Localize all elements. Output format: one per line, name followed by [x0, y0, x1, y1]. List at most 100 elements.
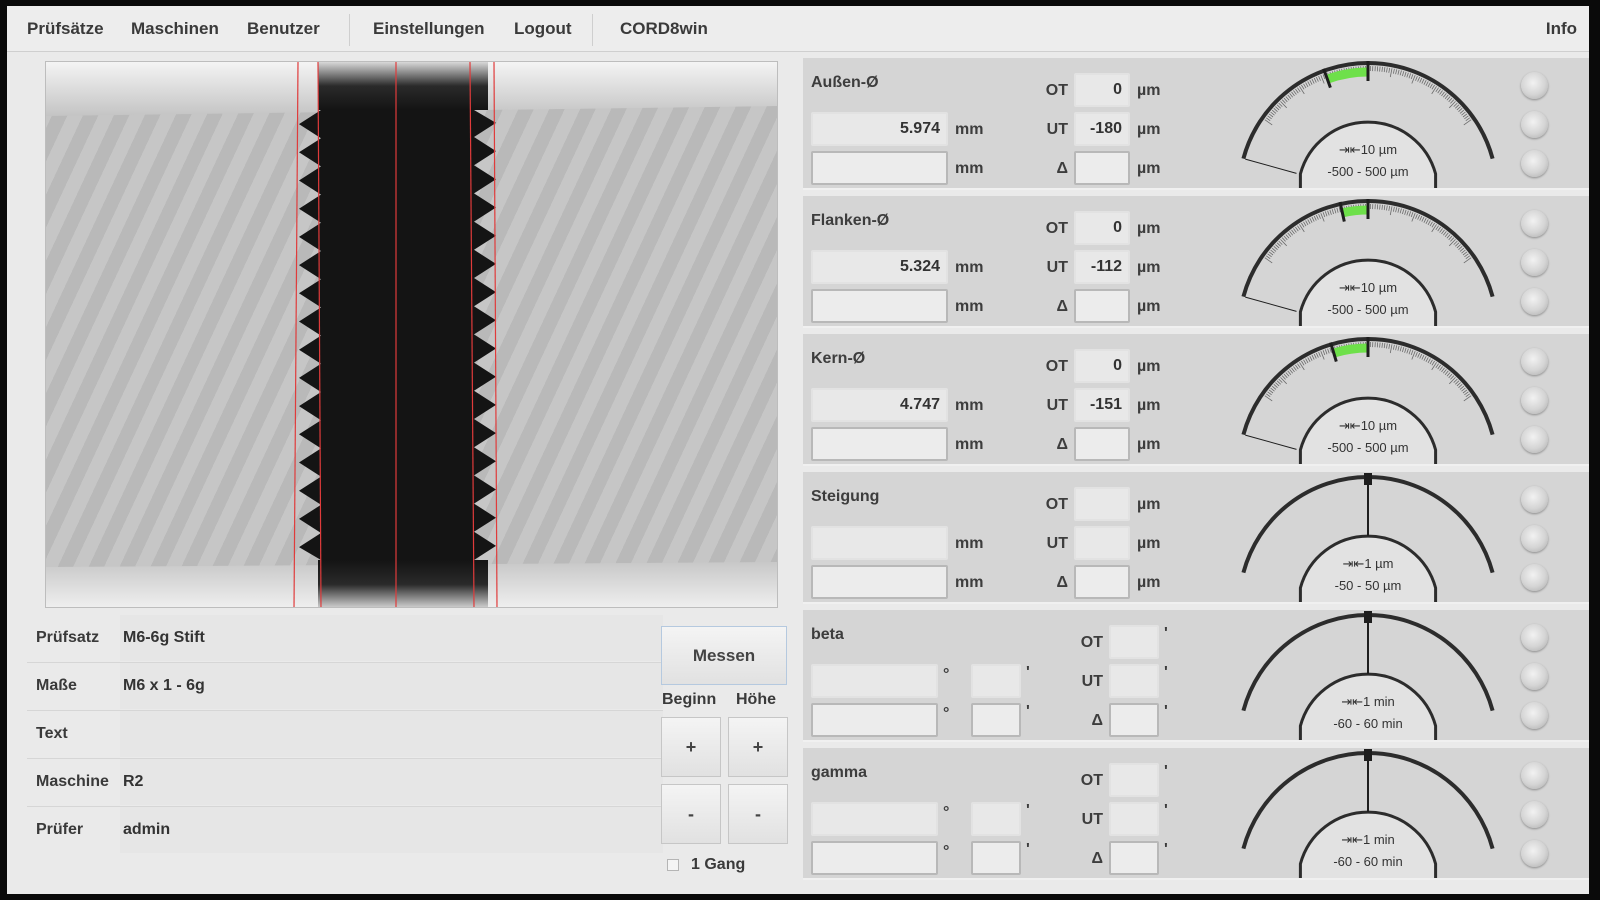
- ot-field[interactable]: 0: [1074, 73, 1130, 107]
- menu-maschinen[interactable]: Maschinen: [131, 19, 219, 39]
- secondary-value-field[interactable]: [811, 289, 948, 323]
- text-value[interactable]: [120, 711, 663, 757]
- app-screen: Prüfsätze Maschinen Benutzer Einstellung…: [7, 6, 1589, 894]
- gauge-tick: [1295, 364, 1299, 370]
- gauge-tick: [1270, 111, 1275, 116]
- measure-button[interactable]: Messen: [661, 626, 787, 685]
- gauge-tick: [1448, 97, 1453, 103]
- gauge-tick: [1408, 73, 1412, 79]
- gauge-tick: [1421, 216, 1425, 222]
- gauge-resolution-label: ⇥⇤10 µm: [1339, 142, 1397, 157]
- minute-secondary-field[interactable]: [971, 703, 1021, 737]
- gauge-tick: [1280, 377, 1287, 385]
- ot-field[interactable]: [1109, 625, 1159, 659]
- menu-benutzer[interactable]: Benutzer: [247, 19, 320, 39]
- gauge-tick: [1281, 375, 1286, 380]
- gauge-tick: [1427, 358, 1431, 364]
- menu-info[interactable]: Info: [1546, 19, 1577, 39]
- ut-field[interactable]: [1109, 664, 1159, 698]
- gauge-tick: [1311, 354, 1315, 360]
- ut-field[interactable]: -151: [1074, 388, 1130, 422]
- limit-unit: µm: [1137, 535, 1161, 552]
- ot-field[interactable]: [1074, 487, 1130, 521]
- minute-unit: ': [1026, 703, 1030, 720]
- minute-secondary-field[interactable]: [971, 841, 1021, 875]
- gauge-tick: [1399, 70, 1402, 76]
- ut-field[interactable]: -180: [1074, 112, 1130, 146]
- ut-field[interactable]: -112: [1074, 250, 1130, 284]
- height-plus-button[interactable]: +: [728, 717, 788, 777]
- begin-plus-button[interactable]: +: [661, 717, 721, 777]
- gauge-tick: [1417, 214, 1421, 220]
- gauge-tick: [1307, 219, 1311, 224]
- one-gang-checkbox[interactable]: [667, 859, 679, 871]
- delta-field: [1074, 565, 1130, 599]
- measurement-title: Flanken-Ø: [811, 212, 890, 229]
- limit-unit: µm: [1137, 436, 1161, 453]
- delta-field: [1074, 151, 1130, 185]
- gauge-tick: [1459, 109, 1465, 114]
- secondary-value-field[interactable]: [811, 151, 948, 185]
- gauge-tick: [1285, 372, 1290, 377]
- height-minus-button[interactable]: -: [728, 784, 788, 844]
- gauge-tick: [1268, 389, 1274, 394]
- status-led-ok: [1521, 663, 1548, 690]
- menu-bar: Prüfsätze Maschinen Benutzer Einstellung…: [7, 6, 1589, 52]
- ot-field[interactable]: 0: [1074, 211, 1130, 245]
- gauge-tick: [1393, 68, 1395, 74]
- minute-unit: ': [1026, 841, 1030, 858]
- ut-label: UT: [1046, 121, 1068, 138]
- gauge-tick: [1441, 229, 1445, 235]
- menu-logout[interactable]: Logout: [514, 19, 572, 39]
- gauge-tick: [1315, 214, 1319, 220]
- minute-unit: ': [1164, 802, 1168, 819]
- menu-cord8win[interactable]: CORD8win: [620, 19, 708, 39]
- degree-secondary-field[interactable]: [811, 841, 938, 875]
- gauge-tick: [1383, 205, 1386, 211]
- gauge-tick: [1322, 212, 1326, 218]
- menu-einstellungen[interactable]: Einstellungen: [373, 19, 484, 39]
- ot-field[interactable]: 0: [1074, 349, 1130, 383]
- gauge-tick: [1305, 82, 1309, 88]
- status-led-ok: [1521, 249, 1548, 276]
- gauge-tick: [1437, 364, 1441, 370]
- gauge-resolution-label: ⇥⇤1 min: [1341, 832, 1395, 847]
- gauge-tick: [1285, 96, 1290, 101]
- actual-value-field: [811, 526, 948, 560]
- gauge-tick: [1267, 391, 1272, 396]
- menu-pruefsaetze[interactable]: Prüfsätze: [27, 19, 104, 39]
- gauge-tick: [1449, 377, 1456, 385]
- gauge-tick: [1442, 231, 1447, 236]
- gauge-tick: [1291, 367, 1295, 373]
- gauge-tick: [1456, 106, 1461, 111]
- masse-value: M6 x 1 - 6g: [120, 663, 663, 709]
- secondary-value-field[interactable]: [811, 427, 948, 461]
- gauge-tick: [1327, 348, 1330, 354]
- gauge-tick: [1329, 209, 1332, 215]
- gauge-tick: [1450, 237, 1455, 242]
- ut-field[interactable]: [1074, 526, 1130, 560]
- gauge-tick: [1402, 347, 1405, 353]
- gauge-tick: [1265, 393, 1271, 398]
- gauge-tick: [1295, 88, 1299, 94]
- gauge-tick: [1289, 93, 1294, 98]
- begin-minus-button[interactable]: -: [661, 784, 721, 844]
- secondary-value-field[interactable]: [811, 565, 948, 599]
- gauge-tick: [1305, 358, 1309, 364]
- ut-field[interactable]: [1109, 802, 1159, 836]
- limit-unit: µm: [1137, 121, 1161, 138]
- gauge-tick: [1381, 204, 1383, 210]
- gauge-resolution-label: ⇥⇤10 µm: [1339, 418, 1397, 433]
- gauge-tick: [1461, 249, 1466, 254]
- gauge-tick: [1273, 108, 1278, 112]
- resolution-arrows-icon: ⇥⇤: [1339, 418, 1361, 433]
- status-led-lower: [1521, 840, 1548, 867]
- info-row-pruefsatz: Prüfsatz M6-6g Stift: [27, 615, 663, 663]
- gauge-tick: [1444, 232, 1449, 238]
- gauge-tick: [1429, 221, 1433, 227]
- measurement-title: beta: [811, 626, 844, 643]
- gauge-tick: [1386, 343, 1388, 349]
- degree-secondary-field[interactable]: [811, 703, 938, 737]
- ot-field[interactable]: [1109, 763, 1159, 797]
- gauge-needle: [1245, 158, 1297, 174]
